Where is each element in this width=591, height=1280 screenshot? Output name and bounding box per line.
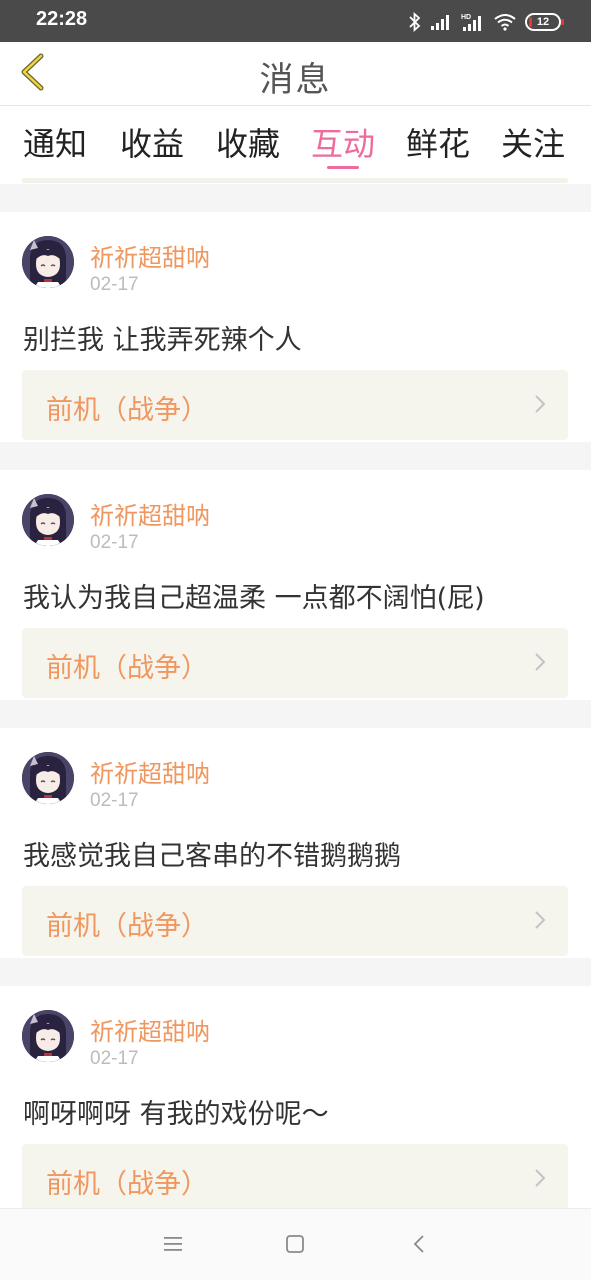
home-button[interactable] (280, 1231, 310, 1261)
svg-text:HD: HD (461, 14, 471, 21)
referenced-work-link[interactable]: 前机（战争） (22, 1144, 568, 1214)
home-square-icon (285, 1234, 305, 1258)
user-name[interactable]: 祈祈超甜呐 (90, 754, 210, 789)
work-title: 前机（战争） (46, 1169, 208, 1200)
chevron-right-icon (534, 1168, 546, 1192)
tabs-divider (22, 178, 568, 183)
active-tab-indicator (327, 166, 359, 169)
post-date: 02-17 (90, 532, 139, 553)
chevron-right-icon (534, 910, 546, 934)
message-text: 我感觉我自己客串的不错鹅鹅鹅 (23, 841, 401, 872)
status-time: 22:28 (36, 8, 88, 30)
card-separator (0, 958, 591, 986)
post-date: 02-17 (90, 790, 139, 811)
card-separator (0, 442, 591, 470)
post-date: 02-17 (90, 274, 139, 295)
tab-follows[interactable]: 关注 (501, 119, 565, 165)
tab-earnings[interactable]: 收益 (120, 119, 184, 165)
message-feed[interactable]: 祈祈超甜呐 02-17 别拦我 让我弄死辣个人 前机（战争） 祈祈超甜呐 02-… (0, 184, 591, 1216)
tab-favorites[interactable]: 收藏 (216, 119, 280, 165)
system-navigation-bar (0, 1208, 591, 1280)
chevron-right-icon (534, 394, 546, 418)
avatar[interactable] (22, 236, 74, 288)
battery-level: 12 (536, 16, 550, 28)
battery-icon: 12 (525, 13, 564, 31)
user-name[interactable]: 祈祈超甜呐 (90, 496, 210, 531)
tab-bar: 通知 收益 收藏 互动 鲜花 关注 (0, 107, 591, 179)
message-text: 啊呀啊呀 有我的戏份呢～ (23, 1099, 329, 1130)
title-bar: 消息 (0, 42, 591, 106)
card-separator (0, 700, 591, 728)
menu-button[interactable] (158, 1231, 188, 1261)
system-back-button[interactable] (404, 1231, 434, 1261)
avatar[interactable] (22, 1010, 74, 1062)
work-title: 前机（战争） (46, 395, 208, 426)
referenced-work-link[interactable]: 前机（战争） (22, 628, 568, 698)
referenced-work-link[interactable]: 前机（战争） (22, 886, 568, 956)
message-text: 别拦我 让我弄死辣个人 (23, 325, 302, 356)
avatar[interactable] (22, 752, 74, 804)
back-chevron-icon (412, 1234, 426, 1258)
wifi-icon (494, 13, 516, 31)
list-item: 祈祈超甜呐 02-17 别拦我 让我弄死辣个人 前机（战争） (0, 212, 591, 442)
card-separator (0, 184, 591, 212)
menu-icon (163, 1236, 183, 1256)
page-title: 消息 (259, 60, 332, 100)
user-name[interactable]: 祈祈超甜呐 (90, 1012, 210, 1047)
list-item: 祈祈超甜呐 02-17 啊呀啊呀 有我的戏份呢～ 前机（战争） (0, 986, 591, 1216)
chevron-right-icon (534, 652, 546, 676)
hd-signal-icon: HD (461, 12, 485, 32)
status-icons: HD 12 (409, 10, 564, 34)
work-title: 前机（战争） (46, 653, 208, 684)
list-item: 祈祈超甜呐 02-17 我认为我自己超温柔 一点都不阔怕(屁) 前机（战争） (0, 470, 591, 700)
post-date: 02-17 (90, 1048, 139, 1069)
referenced-work-link[interactable]: 前机（战争） (22, 370, 568, 440)
tab-notifications[interactable]: 通知 (23, 119, 87, 165)
work-title: 前机（战争） (46, 911, 208, 942)
list-item: 祈祈超甜呐 02-17 我感觉我自己客串的不错鹅鹅鹅 前机（战争） (0, 728, 591, 958)
status-bar: 22:28 HD 12 (0, 0, 591, 42)
avatar[interactable] (22, 494, 74, 546)
user-name[interactable]: 祈祈超甜呐 (90, 238, 210, 273)
bluetooth-icon (409, 12, 421, 32)
message-text: 我认为我自己超温柔 一点都不阔怕(屁) (23, 583, 485, 614)
signal-icon (430, 13, 452, 31)
tab-flowers[interactable]: 鲜花 (406, 119, 470, 165)
tab-interactions[interactable]: 互动 (311, 119, 375, 165)
